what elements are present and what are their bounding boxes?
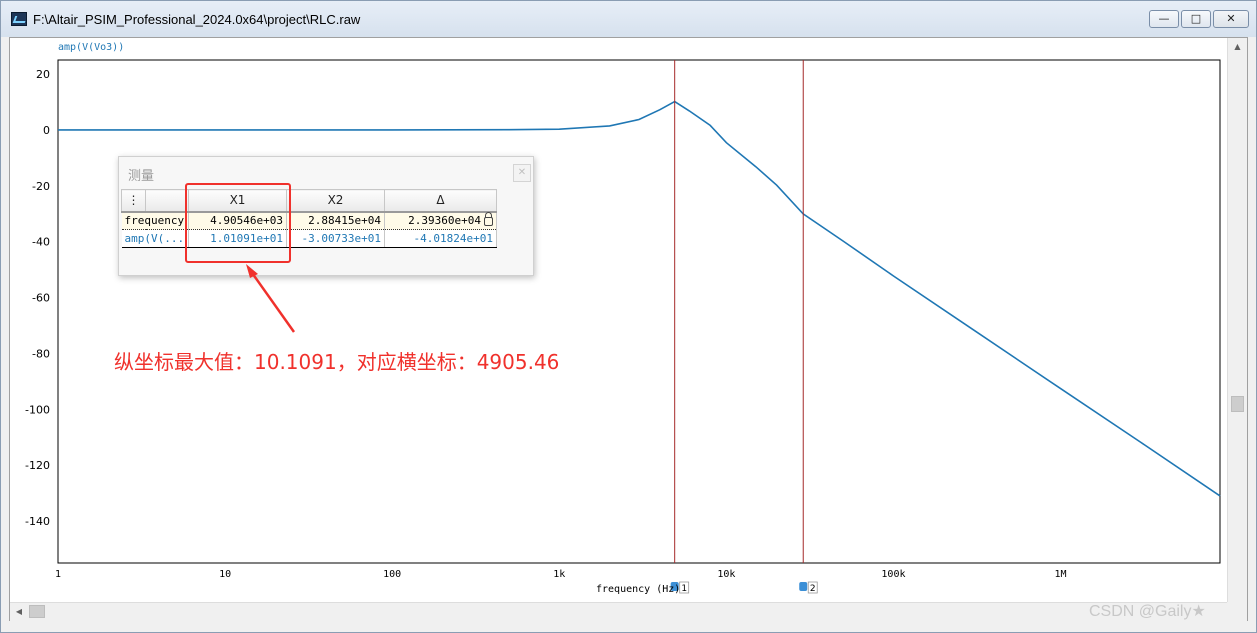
scrollbar-corner — [1227, 602, 1247, 621]
vertical-scrollbar[interactable]: ▲ — [1227, 38, 1247, 603]
horizontal-scroll-thumb[interactable] — [29, 605, 45, 618]
annotation-text: 纵坐标最大值：10.1091，对应横坐标：4905.46 — [114, 350, 560, 374]
close-button[interactable]: ✕ — [1213, 10, 1249, 28]
watermark: CSDN @Gaily★ — [1089, 603, 1206, 620]
maximize-button[interactable]: □ — [1181, 10, 1211, 28]
annotation-arrow-head — [246, 264, 258, 278]
annotation-arrow-line — [248, 269, 296, 333]
scroll-left-icon[interactable]: ◀ — [10, 603, 28, 621]
maximize-icon: □ — [1190, 12, 1202, 25]
minimize-button[interactable]: — — [1149, 10, 1179, 28]
vertical-scroll-thumb[interactable] — [1231, 396, 1244, 412]
title-bar[interactable]: F:\Altair_PSIM_Professional_2024.0x64\pr… — [1, 1, 1256, 37]
app-window: F:\Altair_PSIM_Professional_2024.0x64\pr… — [0, 0, 1257, 633]
scroll-up-icon[interactable]: ▲ — [1228, 38, 1247, 56]
close-icon: ✕ — [1226, 12, 1236, 25]
window-title: F:\Altair_PSIM_Professional_2024.0x64\pr… — [33, 11, 361, 27]
app-icon — [11, 12, 27, 26]
annotation-arrow — [246, 264, 296, 333]
minimize-icon: — — [1158, 12, 1170, 25]
plot-area[interactable]: 12 20 0 -20 -40 -60 -80 -100 -120 -140 1 10 100 1k 10… — [9, 37, 1248, 621]
horizontal-scrollbar[interactable]: ◀ — [10, 602, 1227, 621]
